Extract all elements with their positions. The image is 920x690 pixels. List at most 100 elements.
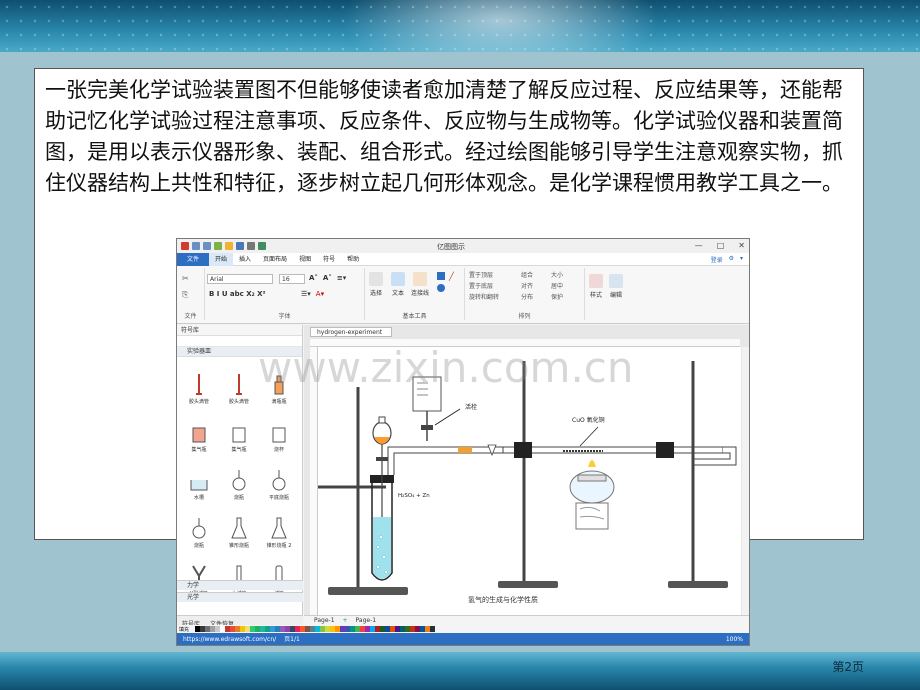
delivery-tube xyxy=(387,444,737,475)
style-icon xyxy=(589,274,603,288)
library-item-label: 烧瓶 xyxy=(233,495,244,501)
menu-file[interactable]: 文件 xyxy=(177,252,210,266)
library-item-icon xyxy=(232,470,246,491)
library-item-label: 集气瓶 xyxy=(231,447,247,453)
print-icon[interactable] xyxy=(247,242,255,250)
color-palette-bar: 填充 xyxy=(177,625,749,633)
library-item[interactable]: 水槽 xyxy=(179,455,219,501)
rotate-flip-button[interactable]: 旋转和翻转 xyxy=(469,292,499,303)
library-grid: 胶头滴管胶头滴管滴瓶瓶集气瓶集气瓶烧杯水槽烧瓶平底烧瓶烧瓶锥形烧瓶锥形烧瓶 2Y… xyxy=(177,357,302,599)
size-button[interactable]: 大小 xyxy=(551,270,563,281)
format-buttons[interactable]: B I U abc X₂ X² xyxy=(209,290,266,298)
connector-icon xyxy=(413,272,427,286)
menu-symbols[interactable]: 符号 xyxy=(317,253,341,266)
page-tab-right[interactable]: Page-1 xyxy=(356,616,377,625)
list-buttons[interactable]: ☰▾ A▾ xyxy=(301,290,324,298)
library-item-label: 滴瓶瓶 xyxy=(271,399,287,405)
edraw-window: 亿图图示 — □ ✕ 文件 开始 插入 页面布局 视图 符号 帮助 登录 ⚙ ▾… xyxy=(176,238,750,646)
color-swatch[interactable] xyxy=(430,626,436,632)
ribbon: ✂ ⎘ 文件 Arial 16 A˄ A˅ ≡▾ B I U abc X₂ X² ☰… xyxy=(177,266,749,324)
page-tab-left[interactable]: Page-1 xyxy=(314,616,335,625)
canvas-area: hydrogen-experiment 80901001101201301401… xyxy=(258,325,749,629)
library-item[interactable]: 胶头滴管 xyxy=(179,359,219,405)
library-item[interactable]: 集气瓶 xyxy=(179,407,219,453)
text-tool-button[interactable]: 文本 xyxy=(391,272,405,297)
protect-button[interactable]: 保护 xyxy=(551,292,563,303)
vertical-scrollbar[interactable] xyxy=(742,347,749,615)
align-button[interactable]: 对齐 xyxy=(521,281,533,292)
library-item[interactable]: 锥形烧瓶 2 xyxy=(259,503,299,549)
document-tab[interactable]: hydrogen-experiment xyxy=(310,327,392,337)
redo-icon[interactable] xyxy=(203,242,211,250)
clipboard-icon[interactable]: ✂ xyxy=(182,274,189,283)
add-page-button[interactable]: + xyxy=(343,616,348,625)
menu-home[interactable]: 开始 xyxy=(209,252,234,266)
center-button[interactable]: 居中 xyxy=(551,281,563,292)
library-item[interactable]: 平底烧瓶 xyxy=(259,455,299,501)
ribbon-group-font: Arial 16 A˄ A˅ ≡▾ B I U abc X₂ X² ☰▾ A▾ 字体 xyxy=(205,268,365,320)
login-link[interactable]: 登录 xyxy=(711,255,723,264)
ribbon-group-file: ✂ ⎘ 文件 xyxy=(177,268,205,320)
window-title: 亿图图示 xyxy=(437,243,465,251)
label-valve: 活栓 xyxy=(465,403,477,411)
chevron-down-icon[interactable]: ▾ xyxy=(740,255,743,264)
library-item[interactable]: 小试管 xyxy=(219,551,259,597)
library-item[interactable]: 锥形烧瓶 xyxy=(219,503,259,549)
library-item-icon xyxy=(192,518,206,539)
minimize-button[interactable]: — xyxy=(695,241,703,250)
rectangle-shape-icon[interactable] xyxy=(437,272,445,280)
edit-button[interactable]: 编辑 xyxy=(609,274,623,299)
settings-icon[interactable]: ⚙ xyxy=(729,255,734,264)
menu-page-layout[interactable]: 页面布局 xyxy=(257,253,293,266)
status-url[interactable]: https://www.edrawsoft.com/cn/ xyxy=(183,633,276,645)
style-button[interactable]: 样式 xyxy=(589,274,603,299)
palette-label: 填充 xyxy=(179,626,190,633)
library-item-label: 锥形烧瓶 xyxy=(228,543,249,549)
library-item[interactable]: 胶头滴管 xyxy=(219,359,259,405)
zoom-level[interactable]: 100% xyxy=(726,633,749,645)
library-item[interactable]: 烧杯 xyxy=(259,407,299,453)
open-folder-icon[interactable] xyxy=(225,242,233,250)
font-name-select[interactable]: Arial xyxy=(207,274,273,284)
ribbon-label-tools: 基本工具 xyxy=(402,313,427,320)
distribute-button[interactable]: 分布 xyxy=(521,292,533,303)
maximize-button[interactable]: □ xyxy=(717,241,725,250)
select-tool-button[interactable]: 选择 xyxy=(369,272,383,297)
find-icon xyxy=(609,274,623,288)
export-icon[interactable] xyxy=(258,242,266,250)
library-item-icon xyxy=(236,374,242,395)
font-grow-shrink[interactable]: A˄ A˅ ≡▾ xyxy=(309,274,346,282)
text-icon xyxy=(391,272,405,286)
library-item[interactable]: 集气瓶 xyxy=(219,407,259,453)
paste-icon[interactable]: ⎘ xyxy=(182,290,188,300)
library-category-optics[interactable]: 光学 xyxy=(177,592,303,602)
menu-view[interactable]: 视图 xyxy=(293,253,317,266)
library-item[interactable]: 烧瓶 xyxy=(219,455,259,501)
group-button[interactable]: 组合 xyxy=(521,270,533,281)
slide-paragraph: 一张完美化学试验装置图不但能够使读者愈加清楚了解反应过程、反应结果等，还能帮助记… xyxy=(45,78,843,195)
undo-icon[interactable] xyxy=(192,242,200,250)
ribbon-label-arrange: 排列 xyxy=(518,313,531,320)
ribbon-group-tools: 选择 文本 连接线 ╱ 基本工具 xyxy=(365,268,465,320)
ellipse-shape-icon[interactable] xyxy=(437,284,445,292)
drawing-sheet[interactable]: 活栓 CuO 氧化铜 氢气的生成与化学性质 H₂SO₄ + Zn www.zix… xyxy=(258,343,741,615)
arrange-col-2: 组合 对齐 分布 xyxy=(521,270,533,303)
ribbon-label-font: 字体 xyxy=(278,313,291,320)
save-icon[interactable] xyxy=(236,242,244,250)
library-item[interactable]: 烧瓶 xyxy=(179,503,219,549)
new-file-icon[interactable] xyxy=(214,242,222,250)
library-item[interactable]: 试管 xyxy=(259,551,299,597)
close-button[interactable]: ✕ xyxy=(738,241,745,250)
library-item-icon xyxy=(231,517,247,539)
menu-insert[interactable]: 插入 xyxy=(233,253,257,266)
slide-footer-band xyxy=(0,652,920,690)
menu-help[interactable]: 帮助 xyxy=(341,253,365,266)
send-to-back-button[interactable]: 置于底层 xyxy=(469,281,499,292)
color-swatches xyxy=(195,626,436,632)
watermark-text: www.zixin.com.cn xyxy=(258,343,634,392)
line-tool-icon[interactable]: ╱ xyxy=(449,272,454,281)
font-size-select[interactable]: 16 xyxy=(279,274,305,284)
connector-tool-button[interactable]: 连接线 xyxy=(411,272,429,297)
bring-to-front-button[interactable]: 置于顶层 xyxy=(469,270,499,281)
library-category-mechanics[interactable]: 力学 xyxy=(177,580,303,590)
